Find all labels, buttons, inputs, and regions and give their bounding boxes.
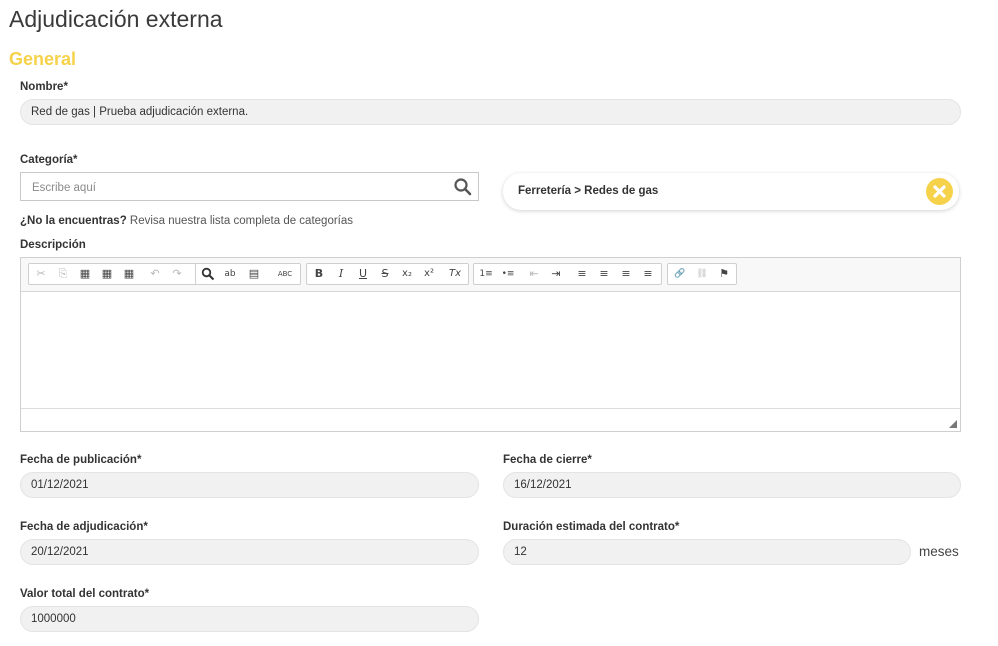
fecha-adjudicacion-field[interactable]: 20/12/2021 — [20, 539, 479, 565]
paste-icon[interactable]: ▦ — [75, 265, 95, 283]
duracion-unit: meses — [919, 544, 959, 559]
justify-icon[interactable]: ≡ — [638, 265, 658, 283]
search-icon[interactable] — [453, 177, 473, 197]
toolbar-group-links: 🔗 ⛓ ⚑ — [667, 263, 737, 285]
ordered-list-icon[interactable]: 1≡ — [476, 265, 496, 283]
strikethrough-icon[interactable]: S — [375, 265, 395, 283]
bullet-list-icon[interactable]: •≡ — [498, 265, 518, 283]
toolbar-group-editing: ab ▤ ABC — [195, 263, 301, 285]
section-title-general: General — [9, 49, 77, 69]
selected-category-label: Ferretería > Redes de gas — [518, 185, 659, 197]
fecha-cierre-field[interactable]: 16/12/2021 — [503, 472, 961, 498]
find-icon[interactable] — [198, 265, 218, 283]
underline-icon[interactable]: U — [353, 265, 373, 283]
align-center-icon[interactable]: ≡ — [594, 265, 614, 283]
spellcheck-icon[interactable]: ABC — [272, 265, 298, 283]
duracion-field[interactable]: 12 — [503, 539, 911, 565]
paste-text-icon[interactable]: ▦ — [97, 265, 117, 283]
category-hint: ¿No la encuentras? Revisa nuestra lista … — [20, 215, 353, 227]
category-hint-question: ¿No la encuentras? — [20, 215, 127, 227]
fecha-cierre-label: Fecha de cierre* — [503, 454, 592, 466]
superscript-icon[interactable]: x² — [419, 265, 439, 283]
editor-toolbar: ✂ ⎘ ▦ ▦ ▦ ↶ ↷ ab ▤ ABC B I U S x₂ x² Tx — [21, 258, 960, 292]
toolbar-group-paragraph: 1≡ •≡ ⇤ ⇥ ≡ ≡ ≡ ≡ — [473, 263, 662, 285]
categoria-search-input[interactable] — [30, 179, 444, 197]
link-icon[interactable]: 🔗 — [670, 265, 690, 283]
valor-total-label: Valor total del contrato* — [20, 588, 150, 600]
select-all-icon[interactable]: ▤ — [244, 265, 264, 283]
outdent-icon[interactable]: ⇤ — [524, 265, 544, 283]
toolbar-group-clipboard: ✂ ⎘ ▦ ▦ ▦ ↶ ↷ — [28, 263, 211, 285]
resize-handle-icon[interactable] — [949, 420, 957, 428]
unlink-icon[interactable]: ⛓ — [692, 265, 712, 283]
copy-icon[interactable]: ⎘ — [53, 265, 73, 283]
duracion-label: Duración estimada del contrato* — [503, 521, 680, 533]
page-title: Adjudicación externa — [9, 6, 223, 32]
nombre-field[interactable]: Red de gas | Prueba adjudicación externa… — [20, 99, 961, 125]
category-list-link[interactable]: Revisa nuestra lista completa de categor… — [130, 215, 353, 227]
categoria-label: Categoría* — [20, 154, 78, 166]
selected-category-chip: Ferretería > Redes de gas — [503, 173, 959, 210]
fecha-publicacion-field[interactable]: 01/12/2021 — [20, 472, 479, 498]
close-icon[interactable] — [926, 178, 953, 205]
indent-icon[interactable]: ⇥ — [546, 265, 566, 283]
remove-format-icon[interactable]: Tx — [445, 265, 465, 283]
align-left-icon[interactable]: ≡ — [572, 265, 592, 283]
paste-word-icon[interactable]: ▦ — [119, 265, 139, 283]
redo-icon[interactable]: ↷ — [167, 265, 187, 283]
descripcion-label: Descripción — [20, 239, 86, 251]
flag-icon[interactable]: ⚑ — [714, 265, 734, 283]
fecha-adjudicacion-label: Fecha de adjudicación* — [20, 521, 148, 533]
toolbar-group-basicstyles: B I U S x₂ x² Tx — [306, 263, 469, 285]
align-right-icon[interactable]: ≡ — [616, 265, 636, 283]
italic-icon[interactable]: I — [331, 265, 351, 283]
editor-footer — [21, 408, 960, 431]
cut-icon[interactable]: ✂ — [31, 265, 51, 283]
replace-icon[interactable]: ab — [220, 265, 240, 283]
valor-total-field[interactable]: 1000000 — [20, 606, 479, 632]
subscript-icon[interactable]: x₂ — [397, 265, 417, 283]
undo-icon[interactable]: ↶ — [145, 265, 165, 283]
fecha-publicacion-label: Fecha de publicación* — [20, 454, 142, 466]
nombre-label: Nombre* — [20, 81, 68, 93]
bold-icon[interactable]: B — [309, 265, 329, 283]
categoria-search-box[interactable] — [20, 172, 479, 201]
descripcion-editor[interactable]: ✂ ⎘ ▦ ▦ ▦ ↶ ↷ ab ▤ ABC B I U S x₂ x² Tx — [20, 257, 961, 432]
